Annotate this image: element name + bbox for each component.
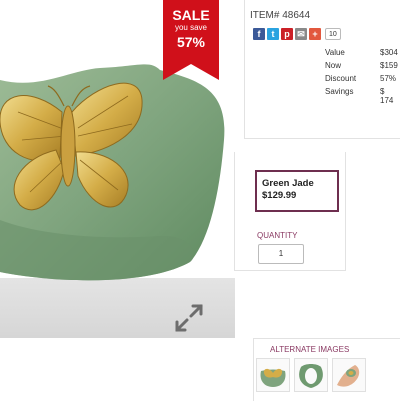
price-row-discount: Discount 57% [325, 74, 400, 87]
price-row-value: Value $304 [325, 48, 400, 61]
sale-word: SALE [172, 7, 210, 23]
plus-icon[interactable]: + [309, 28, 321, 40]
share-buttons: f t p ✉ + 10 [253, 28, 341, 40]
price-label: Discount [325, 74, 357, 83]
price-amount: $159 [380, 61, 398, 70]
email-icon[interactable]: ✉ [295, 28, 307, 40]
twitter-icon[interactable]: t [267, 28, 279, 40]
butterfly-ring-thumb [260, 368, 286, 387]
share-count: 10 [325, 28, 341, 40]
alternate-image-thumb-hand[interactable] [332, 358, 366, 392]
sale-subtext: you save [174, 23, 208, 32]
ring-on-hand-thumb [337, 365, 360, 387]
price-amount: $ 174 [380, 87, 394, 105]
item-number: ITEM# 48644 [250, 10, 311, 21]
facebook-icon[interactable]: f [253, 28, 265, 40]
price-amount: $304 [380, 48, 398, 57]
alternate-image-thumb-front[interactable] [256, 358, 290, 392]
pricing-table: Value $304 Now $159 Discount 57% Savings… [325, 48, 400, 105]
quantity-label: QUANTITY [257, 231, 298, 240]
variant-name: Green Jade [262, 178, 314, 189]
price-label: Value [325, 48, 345, 57]
sale-percent: 57% [176, 34, 206, 50]
product-image-area[interactable]: SALE you save 57% [0, 0, 235, 338]
price-label: Savings [325, 87, 354, 96]
quantity-input[interactable]: 1 [258, 244, 304, 264]
alternate-images-title: ALTERNATE IMAGES [270, 345, 350, 354]
ring-side-thumb [299, 364, 323, 388]
variant-price: $129.99 [262, 190, 297, 201]
sale-badge: SALE you save 57% [163, 8, 219, 49]
price-row-savings: Savings $ 174 [325, 87, 400, 105]
pinterest-icon[interactable]: p [281, 28, 293, 40]
alternate-image-thumb-side[interactable] [294, 358, 328, 392]
expand-arrows-icon[interactable] [173, 302, 205, 334]
price-row-now: Now $159 [325, 61, 400, 74]
variant-option-selected[interactable]: Green Jade $129.99 [255, 170, 339, 212]
price-amount: 57% [380, 74, 397, 83]
price-label: Now [325, 61, 342, 70]
